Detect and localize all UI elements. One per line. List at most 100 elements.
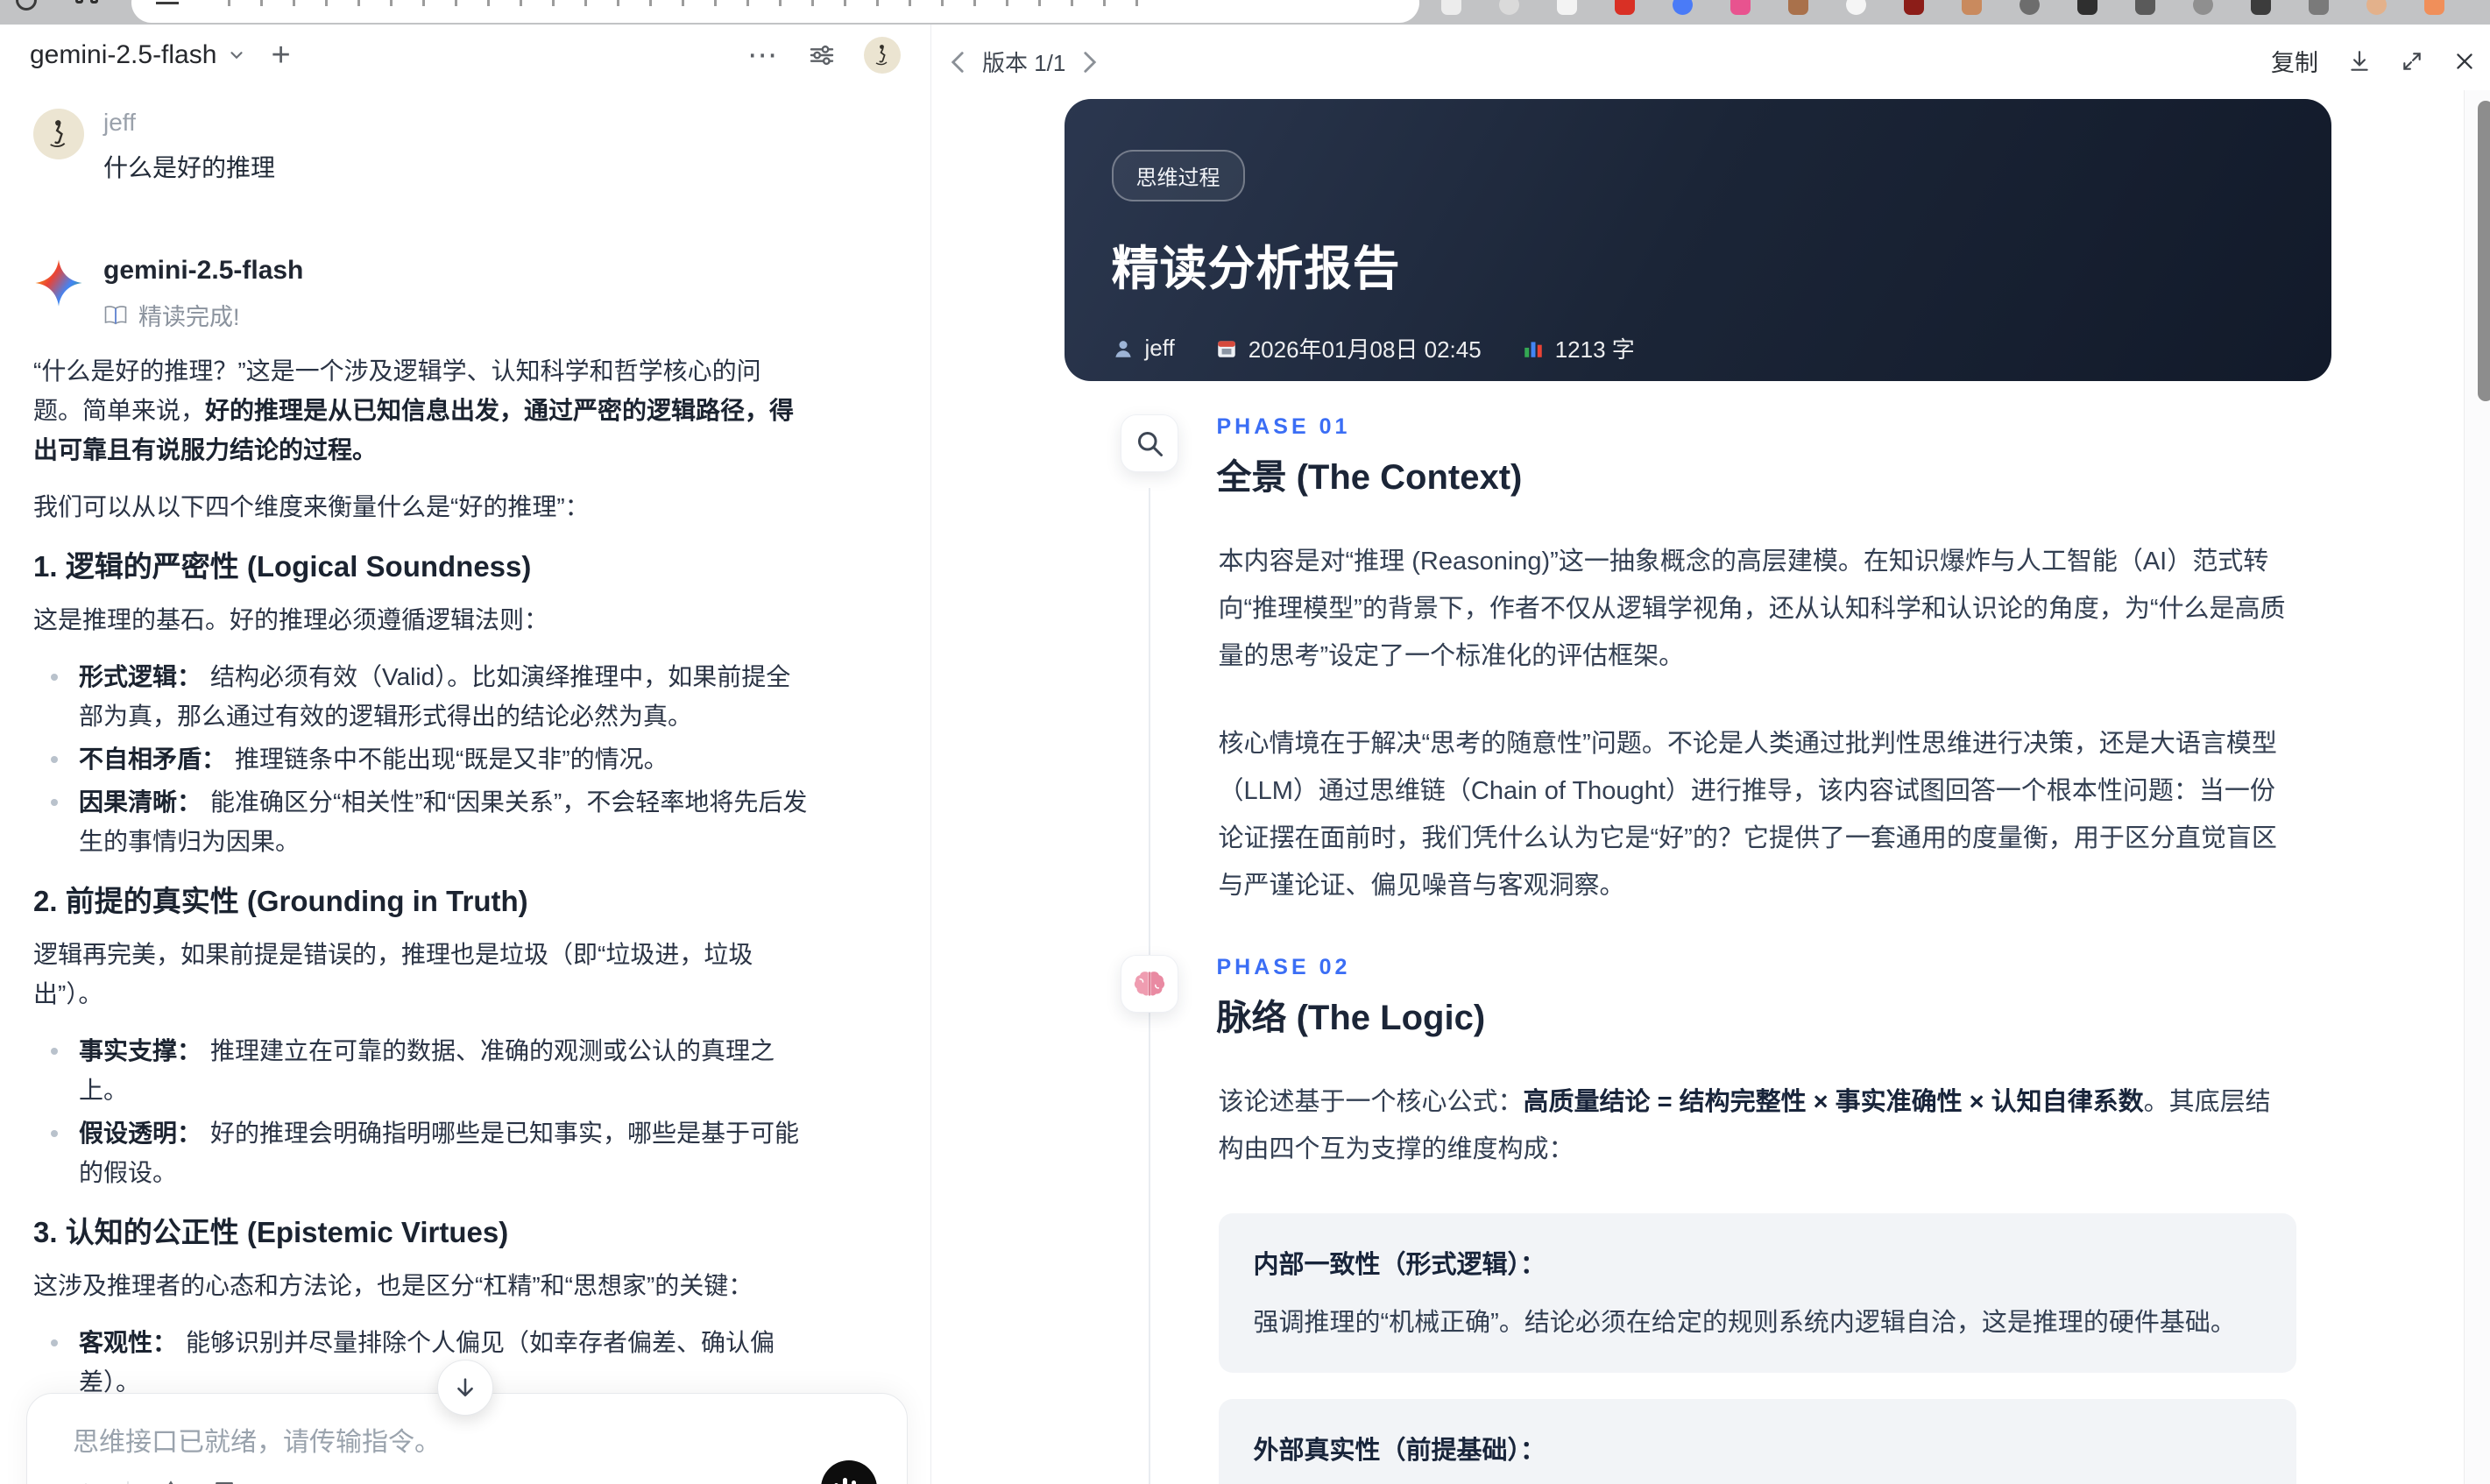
phase-title: 全景 (The Context) bbox=[1216, 458, 1523, 497]
paragraph: 这涉及推理者的心态和方法论，也是区分“杠精”和“思想家”的关键： bbox=[33, 1272, 753, 1299]
phase-section: PHASE 01 全景 (The Context) 本内容是对“推理 (Reason… bbox=[1120, 414, 2331, 909]
model-selector[interactable]: gemini-2.5-flash bbox=[30, 40, 216, 70]
phase-header: PHASE 01 全景 (The Context) bbox=[1120, 414, 2331, 499]
fullscreen-icon[interactable] bbox=[2401, 50, 2423, 73]
brain-icon bbox=[1120, 955, 1178, 1013]
chevron-down-icon[interactable] bbox=[227, 46, 246, 65]
extension-icon[interactable] bbox=[2020, 0, 2040, 15]
extension-icon[interactable] bbox=[1673, 0, 1693, 15]
composer-placeholder[interactable]: 思维接口已就绪，请传输指令。 bbox=[73, 1420, 441, 1459]
phase-label: PHASE 02 bbox=[1216, 955, 1351, 979]
download-icon[interactable] bbox=[2348, 49, 2371, 74]
extension-icon[interactable] bbox=[2193, 0, 2213, 15]
bullet-list: 事实支撑： 推理建立在可靠的数据、准确的观测或公认的真理之上。 假设透明： 好的推理会… bbox=[33, 1031, 808, 1192]
assistant-response-body: “什么是好的推理？”这是一个涉及逻辑学、认知科学和哲学核心的问题。简单来说，好的… bbox=[33, 351, 808, 1484]
chat-messages: jeff 什么是好的推理 gemini-2.5-flash 精读完成! “什么是… bbox=[0, 86, 930, 1484]
extension-icon[interactable] bbox=[1730, 0, 1751, 15]
report-phases: PHASE 01 全景 (The Context) 本内容是对“推理 (Reason… bbox=[1065, 414, 2331, 1484]
chat-panel: gemini-2.5-flash + ⋯ jeff 什么是好的推理 gemini… bbox=[0, 25, 931, 1484]
extension-icon[interactable] bbox=[1904, 0, 1924, 15]
next-version-button[interactable] bbox=[1081, 51, 1099, 74]
attach-plus-button[interactable] bbox=[73, 1480, 99, 1484]
list-text: 能够识别并尽量排除个人偏见（如幸存者偏差、确认偏差）。 bbox=[79, 1329, 775, 1396]
phase-body: 本内容是对“推理 (Reasoning)”这一抽象概念的高层建模。在知识爆炸与人… bbox=[1219, 538, 2296, 909]
extension-icon[interactable] bbox=[1557, 0, 1577, 15]
phase-body: 该论述基于一个核心公式：高质量结论 = 结构完整性 × 事实准确性 × 认知自律… bbox=[1218, 1078, 2296, 1484]
section-heading: 3. 认知的公正性 (Epistemic Virtues) bbox=[33, 1216, 509, 1248]
paragraph: “什么是好的推理？”这是一个涉及逻辑学、认知科学和哲学核心的问题。简单来说，好的… bbox=[33, 357, 795, 463]
close-icon[interactable] bbox=[2453, 50, 2476, 73]
list-item: 形式逻辑： 结构必须有效（Valid）。比如演绎推理中，如果前提全部为真，那么通过… bbox=[33, 657, 808, 736]
report-hero-card: 思维过程 精读分析报告 jeff 2026年01月08日 02:45 1213 … bbox=[1064, 99, 2331, 381]
magnifier-icon bbox=[1120, 414, 1178, 472]
calendar-icon bbox=[1215, 337, 1238, 360]
version-label: 版本 1/1 bbox=[982, 50, 1066, 76]
report-scroll-area: 思维过程 精读分析报告 jeff 2026年01月08日 02:45 1213 … bbox=[931, 25, 2464, 1484]
extension-icon[interactable] bbox=[1615, 0, 1635, 15]
paragraph: 逻辑再完美，如果前提是错误的，推理也是垃圾（即“垃圾进，垃圾出”）。 bbox=[33, 941, 753, 1007]
word-count-text: 1213 字 bbox=[1554, 336, 1635, 363]
list-item: 客观性： 能够识别并尽量排除个人偏见（如幸存者偏差、确认偏差）。 bbox=[33, 1323, 808, 1402]
list-text: 推理链条中不能出现“既是又非”的情况。 bbox=[235, 746, 668, 773]
user-avatar[interactable] bbox=[864, 37, 901, 74]
phase-title: 脉络 (The Logic) bbox=[1216, 999, 1486, 1037]
report-title: 精读分析报告 bbox=[1111, 243, 1401, 295]
extension-icon[interactable] bbox=[1962, 0, 1982, 15]
list-item: 事实支撑： 推理建立在可靠的数据、准确的观测或公认的真理之上。 bbox=[33, 1031, 808, 1110]
bullet-list: 形式逻辑： 结构必须有效（Valid）。比如演绎推理中，如果前提全部为真，那么通过… bbox=[33, 657, 808, 861]
author-text: jeff bbox=[1144, 335, 1175, 361]
paragraph: 本内容是对“推理 (Reasoning)”这一抽象概念的高层建模。在知识爆炸与人… bbox=[1218, 548, 2286, 670]
gemini-logo-icon bbox=[33, 258, 84, 308]
paragraph: 我们可以从以下四个维度来衡量什么是“好的推理”： bbox=[33, 493, 590, 520]
report-meta: jeff 2026年01月08日 02:45 1213 字 bbox=[1112, 332, 2284, 364]
paragraph: 这是推理的基石。好的推理必须遵循逻辑法则： bbox=[33, 606, 549, 633]
word-count-meta: 1213 字 bbox=[1522, 332, 1635, 364]
book-icon bbox=[103, 305, 128, 326]
card-body: 强调推理的“机械正确”。结论必须在给定的规则系统内逻辑自洽，这是推理的硬件基础。 bbox=[1253, 1309, 2236, 1337]
extension-icon[interactable] bbox=[2309, 0, 2329, 15]
settings-sliders-icon[interactable] bbox=[808, 41, 836, 69]
phase-meta: PHASE 01 全景 (The Context) bbox=[1217, 414, 1523, 499]
scroll-to-bottom-button[interactable] bbox=[437, 1360, 493, 1416]
datetime-text: 2026年01月08日 02:45 bbox=[1248, 336, 1482, 363]
phase-meta: PHASE 02 脉络 (The Logic) bbox=[1217, 955, 1486, 1040]
list-term: 形式逻辑： bbox=[79, 663, 202, 690]
extension-icon[interactable] bbox=[2251, 0, 2271, 15]
section-heading: 2. 前提的真实性 (Grounding in Truth) bbox=[33, 885, 528, 917]
more-options-button[interactable]: ⋯ bbox=[747, 40, 780, 70]
extension-icon[interactable] bbox=[1499, 0, 1519, 15]
extension-icon[interactable] bbox=[1788, 0, 1808, 15]
message-text: 什么是好的推理 bbox=[103, 154, 276, 181]
extension-icon[interactable] bbox=[1441, 0, 1461, 15]
extension-icon[interactable] bbox=[1846, 0, 1866, 15]
list-term: 客观性： bbox=[79, 1329, 178, 1356]
user-message: jeff 什么是好的推理 bbox=[33, 109, 895, 184]
list-item: 假设透明： 好的推理会明确指明哪些是已知事实，哪些是基于可能的假设。 bbox=[33, 1113, 808, 1192]
copy-button[interactable]: 复制 bbox=[2271, 44, 2318, 78]
list-term: 因果清晰： bbox=[79, 788, 202, 816]
message-author: jeff bbox=[103, 109, 136, 136]
voice-input-button[interactable] bbox=[821, 1460, 877, 1484]
user-avatar bbox=[33, 109, 84, 159]
bar-chart-icon bbox=[1522, 337, 1545, 360]
extension-icons-row bbox=[0, 0, 2490, 25]
report-actions: 复制 bbox=[2271, 44, 2476, 78]
extension-icon[interactable] bbox=[2077, 0, 2097, 15]
bookmark-button[interactable] bbox=[213, 1480, 236, 1484]
phase-header: PHASE 02 脉络 (The Logic) bbox=[1120, 955, 2331, 1040]
version-navigator: 版本 1/1 bbox=[949, 46, 1099, 78]
dimension-card: 内部一致性（形式逻辑）： 强调推理的“机械正确”。结论必须在给定的规则系统内逻辑自… bbox=[1218, 1213, 2296, 1373]
new-chat-button[interactable]: + bbox=[271, 39, 290, 72]
status-text: 精读完成! bbox=[138, 304, 240, 330]
list-term: 假设透明： bbox=[79, 1120, 202, 1147]
phase-section: PHASE 02 脉络 (The Logic) 该论述基于一个核心公式：高质量结论 … bbox=[1120, 955, 2331, 1484]
scrollbar-thumb[interactable] bbox=[2478, 101, 2490, 401]
sparkle-tools-button[interactable] bbox=[157, 1480, 185, 1484]
section-heading: 1. 逻辑的严密性 (Logical Soundness) bbox=[33, 550, 532, 583]
extension-icon[interactable] bbox=[2135, 0, 2155, 15]
extension-icon[interactable] bbox=[2366, 0, 2387, 15]
author-meta: jeff bbox=[1112, 335, 1175, 362]
previous-version-button[interactable] bbox=[949, 51, 966, 74]
phase-label: PHASE 01 bbox=[1216, 414, 1351, 439]
extension-icon[interactable] bbox=[2424, 0, 2444, 15]
